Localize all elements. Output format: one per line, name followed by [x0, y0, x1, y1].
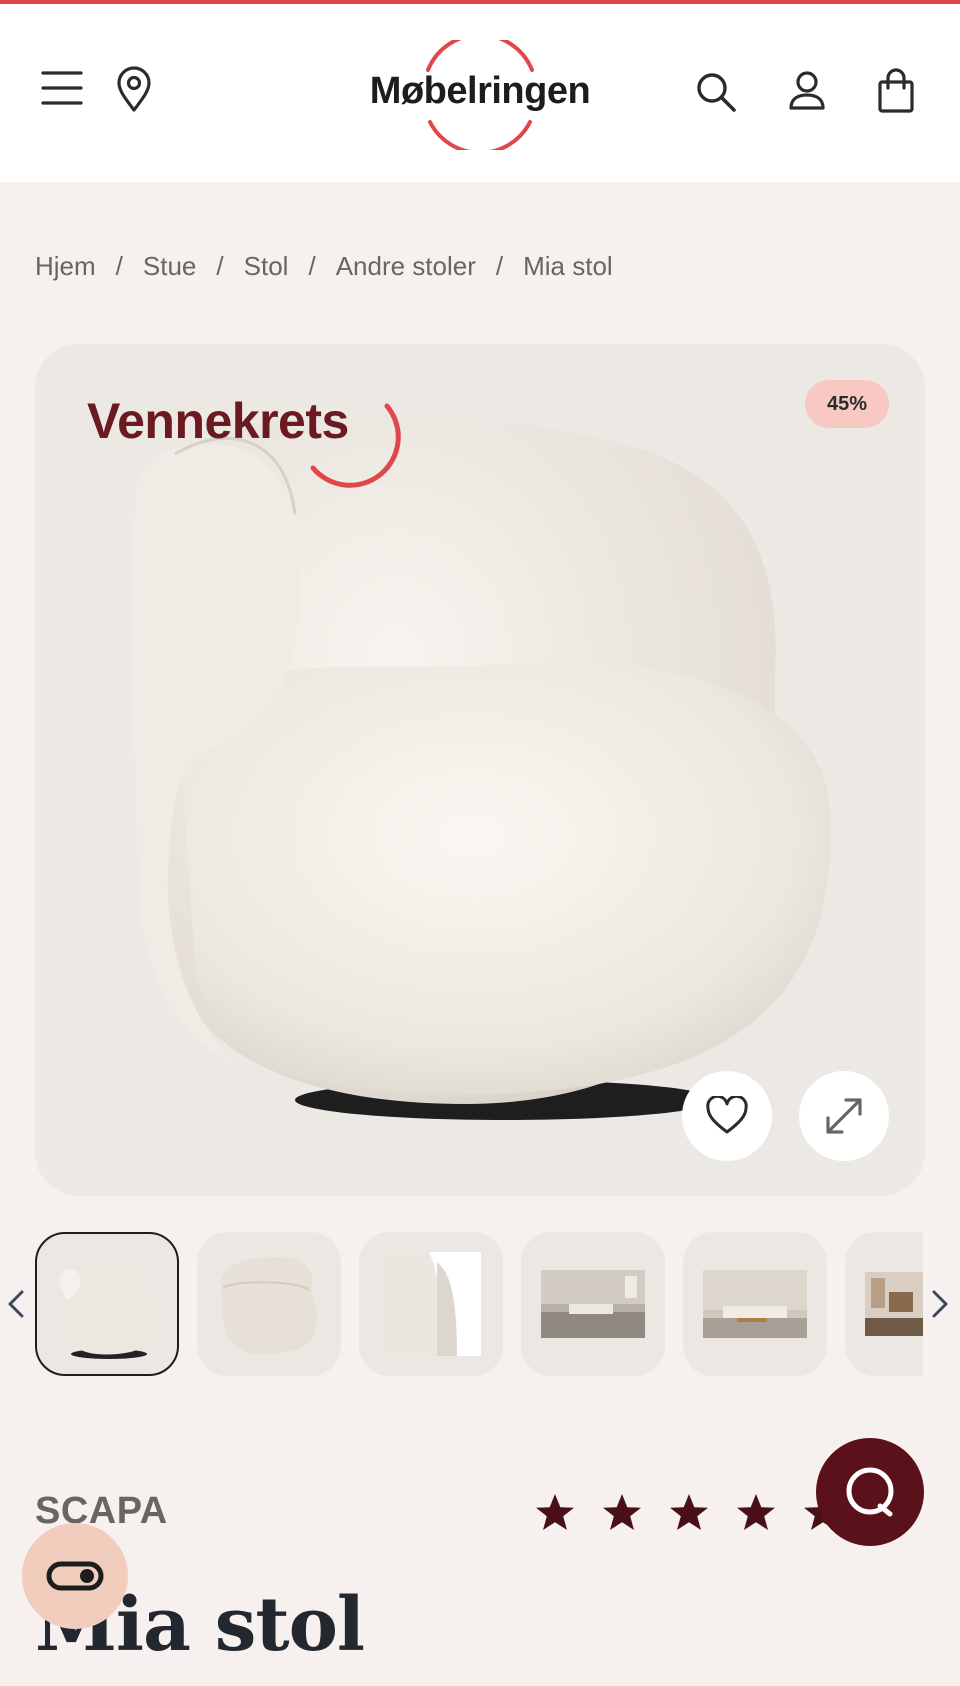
discount-badge: 45% [805, 380, 889, 428]
breadcrumb-separator: / [115, 250, 123, 281]
expand-icon [826, 1098, 862, 1134]
breadcrumb-current: Mia stol [523, 250, 613, 281]
chevron-right-icon[interactable] [930, 1288, 954, 1320]
expand-image-button[interactable] [799, 1071, 889, 1161]
location-pin-icon[interactable] [112, 64, 156, 114]
breadcrumb-stue[interactable]: Stue [143, 251, 197, 282]
favorite-button[interactable] [682, 1071, 772, 1161]
site-header: Møbelringen [0, 4, 960, 182]
star-icon [737, 1494, 775, 1530]
thumbnail-1[interactable] [35, 1232, 179, 1376]
accessibility-button[interactable] [22, 1523, 128, 1629]
thumbnail-2[interactable] [197, 1232, 341, 1376]
breadcrumb-home[interactable]: Hjem [35, 251, 96, 282]
breadcrumb-separator: / [495, 250, 504, 281]
site-logo[interactable]: Møbelringen [360, 40, 600, 150]
breadcrumb-andre-stoler[interactable]: Andre stoler [336, 251, 476, 282]
star-icon [670, 1494, 708, 1530]
chat-icon [846, 1467, 894, 1517]
campaign-logo-arc [310, 403, 401, 488]
heart-icon [706, 1096, 748, 1134]
thumbnail-4[interactable] [521, 1232, 665, 1376]
star-icon [536, 1494, 574, 1530]
rating-stars[interactable] [534, 1492, 844, 1534]
thumbnail-5[interactable] [683, 1232, 827, 1376]
logo-wordmark: Møbelringen [369, 70, 591, 112]
thumbnail-6[interactable] [845, 1232, 923, 1376]
breadcrumb-separator: / [308, 250, 316, 281]
chat-button[interactable] [816, 1438, 924, 1546]
chevron-left-icon[interactable] [6, 1288, 30, 1320]
accessibility-toggle-icon [46, 1561, 104, 1591]
product-image [132, 415, 831, 1120]
breadcrumb-stol[interactable]: Stol [244, 251, 289, 282]
star-icon [603, 1494, 641, 1530]
thumbnail-3[interactable] [359, 1232, 503, 1376]
product-image-gallery[interactable]: Vennekrets 45% [35, 344, 925, 1196]
breadcrumb: Hjem / Stue / Stol / Andre stoler / Mia … [35, 246, 613, 286]
breadcrumb-separator: / [216, 250, 224, 281]
menu-icon[interactable] [40, 66, 84, 110]
shopping-bag-icon[interactable] [874, 66, 918, 116]
thumbnail-carousel [0, 1232, 960, 1376]
account-icon[interactable] [785, 68, 829, 114]
search-icon[interactable] [694, 70, 738, 114]
